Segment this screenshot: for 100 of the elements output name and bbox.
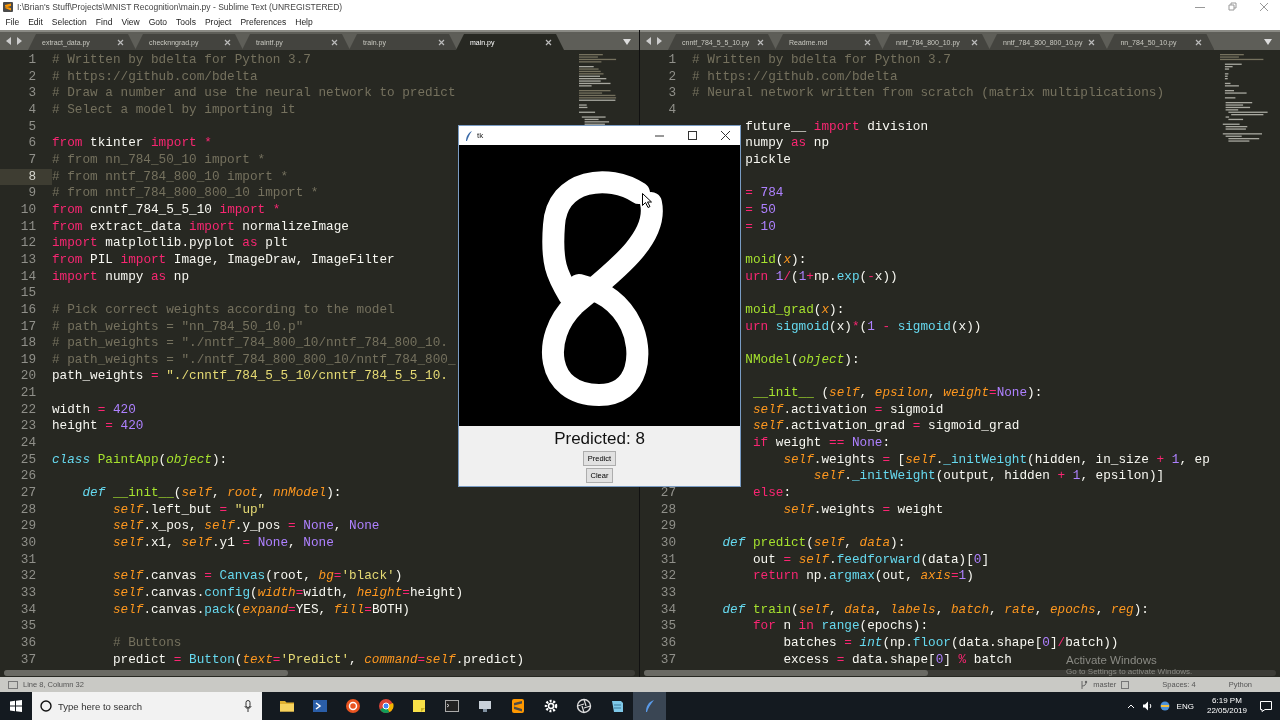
code-line: = 784 bbox=[745, 185, 784, 201]
speaker-icon[interactable] bbox=[1141, 701, 1153, 711]
menu-item[interactable]: Selection bbox=[47, 17, 92, 27]
close-icon[interactable] bbox=[721, 131, 730, 140]
maximize-icon[interactable] bbox=[688, 131, 697, 140]
line-number: 27 bbox=[659, 485, 677, 502]
line-number: 36 bbox=[659, 634, 677, 652]
code-line: moid_grad(x): bbox=[745, 301, 845, 317]
clock-time[interactable]: 6:19 PM bbox=[1212, 696, 1242, 706]
shell-icon[interactable] bbox=[311, 698, 328, 714]
code-line: # Neural network written from scratch (matrix multiplications) bbox=[692, 85, 1165, 101]
menu-item[interactable]: Find bbox=[91, 17, 117, 27]
line-number: 15 bbox=[19, 285, 37, 302]
terminal-icon[interactable] bbox=[443, 698, 460, 714]
line-number: 22 bbox=[19, 401, 37, 419]
arrows-icon[interactable] bbox=[6, 37, 22, 45]
line-number: 29 bbox=[659, 518, 677, 536]
code-line: numpy as np bbox=[745, 135, 830, 151]
aperture-icon[interactable] bbox=[575, 698, 592, 714]
code-line: NModel(object): bbox=[745, 351, 860, 367]
code-line: self.x_pos, self.y_pos = None, None bbox=[112, 518, 380, 534]
code-line: out = self.feedforward(data)[0] bbox=[752, 551, 990, 567]
close-icon[interactable] bbox=[1195, 38, 1203, 46]
folder-icon[interactable] bbox=[278, 698, 295, 714]
windows-icon[interactable] bbox=[10, 700, 22, 712]
code-line: # Draw a number and use the neural network to predict bbox=[52, 85, 456, 101]
line-number: 26 bbox=[19, 468, 37, 486]
code-line: # https://github.com/bdelta bbox=[52, 68, 258, 84]
menu-item[interactable]: Tools bbox=[171, 17, 201, 27]
line-number: 34 bbox=[659, 601, 677, 619]
microphone-icon[interactable] bbox=[244, 700, 252, 712]
clock-date[interactable]: 22/05/2019 bbox=[1206, 706, 1247, 716]
close-icon[interactable] bbox=[864, 38, 871, 46]
code-line: else: bbox=[752, 485, 791, 501]
ring-icon[interactable] bbox=[344, 698, 361, 714]
notification-icon[interactable] bbox=[1260, 700, 1272, 712]
line-number: 14 bbox=[19, 268, 37, 286]
code-line: height = 420 bbox=[52, 418, 144, 434]
menu-item[interactable]: Preferences bbox=[235, 17, 291, 27]
line-number: 21 bbox=[19, 385, 37, 402]
code-line: # from nn_784_50_10 import * bbox=[52, 151, 266, 167]
code-line: # https://github.com/bdelta bbox=[692, 68, 898, 84]
chevron-up-icon[interactable] bbox=[1126, 703, 1135, 709]
line-number: 2 bbox=[667, 68, 677, 86]
code-line: from cnntf_784_5_5_10 import * bbox=[52, 201, 281, 217]
code-line: = 50 bbox=[745, 201, 776, 217]
code-line: predict = Button(text='Predict', command=self.predict) bbox=[112, 651, 525, 667]
line-number: 30 bbox=[659, 535, 677, 552]
code-line: self._initWeight(output, hidden + 1, epsilon)] bbox=[813, 468, 1165, 484]
code-line: self.activation_grad = sigmoid_grad bbox=[752, 418, 1020, 434]
menu-item[interactable]: Edit bbox=[23, 17, 48, 27]
line-number: 2 bbox=[27, 68, 37, 86]
line-number: 5 bbox=[27, 118, 37, 136]
close-icon[interactable] bbox=[224, 38, 231, 46]
line-number: 7 bbox=[27, 151, 37, 169]
code-line: # path_weights = "nn_784_50_10.p" bbox=[52, 318, 304, 334]
close-icon[interactable] bbox=[117, 38, 124, 46]
close-icon[interactable] bbox=[438, 38, 445, 46]
code-line: # Buttons bbox=[112, 634, 182, 650]
code-line: batches = int(np.floor(data.shape[0]/batch)) bbox=[783, 634, 1119, 650]
line-number: 17 bbox=[19, 318, 37, 336]
line-number: 19 bbox=[19, 351, 37, 369]
line-number: 27 bbox=[19, 485, 37, 502]
monitor-icon[interactable] bbox=[476, 698, 493, 714]
browser-icon[interactable] bbox=[377, 698, 394, 714]
line-number: 36 bbox=[19, 634, 37, 652]
globe-icon[interactable] bbox=[1159, 701, 1170, 711]
menu-item[interactable]: Goto bbox=[144, 17, 172, 27]
line-number: 4 bbox=[27, 101, 37, 119]
menu-item[interactable]: Project bbox=[200, 17, 236, 27]
close-icon[interactable] bbox=[545, 38, 552, 46]
code-line: moid(x): bbox=[745, 251, 807, 267]
line-number: 4 bbox=[667, 101, 677, 119]
note-icon[interactable] bbox=[410, 698, 427, 714]
line-number: 31 bbox=[19, 551, 37, 569]
code-line: from PIL import Image, ImageDraw, ImageFilter bbox=[52, 251, 395, 267]
close-icon[interactable] bbox=[331, 38, 338, 46]
activation-title: Activate Windows bbox=[1066, 654, 1158, 667]
menu-item[interactable]: View bbox=[116, 17, 145, 27]
code-line: # Written by bdelta for Python 3.7 bbox=[692, 52, 951, 67]
logo-icon[interactable] bbox=[509, 698, 526, 714]
caret-icon[interactable] bbox=[1264, 39, 1272, 45]
line-number: 32 bbox=[659, 568, 677, 585]
code-line: self.canvas.config(width=width, height=height) bbox=[112, 585, 464, 600]
close-icon[interactable] bbox=[971, 38, 978, 46]
line-number: 37 bbox=[659, 651, 677, 669]
close-icon[interactable] bbox=[757, 38, 764, 46]
menu-item[interactable]: File bbox=[1, 17, 24, 27]
line-number: 3 bbox=[667, 85, 677, 102]
status-icon bbox=[1121, 680, 1130, 689]
language-indicator[interactable]: ENG bbox=[1176, 701, 1194, 711]
caret-icon[interactable] bbox=[623, 39, 631, 45]
code-line: class PaintApp(object): bbox=[52, 451, 228, 467]
close-icon[interactable] bbox=[1088, 38, 1096, 46]
line-number: 35 bbox=[659, 618, 677, 635]
line-number: 29 bbox=[19, 518, 37, 536]
menu-item[interactable]: Help bbox=[290, 17, 318, 27]
arrows-icon[interactable] bbox=[646, 37, 662, 45]
gear-icon[interactable] bbox=[542, 698, 559, 714]
search-field[interactable]: Type here to search bbox=[32, 692, 262, 720]
